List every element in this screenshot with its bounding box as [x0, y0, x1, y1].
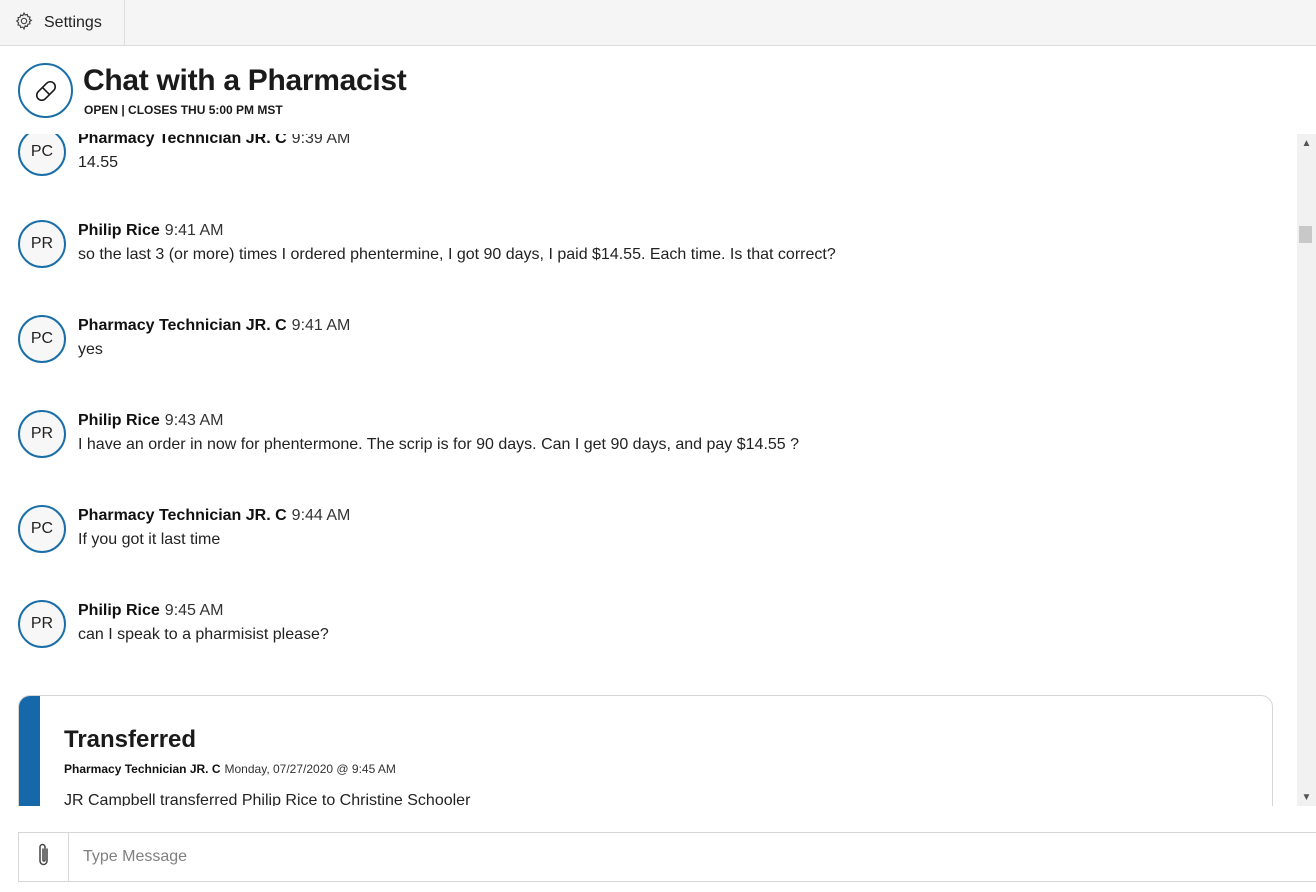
message-author: Pharmacy Technician JR. C [78, 317, 287, 334]
message-item: PC Pharmacy Technician JR. C 9:44 AM If y… [18, 505, 1268, 565]
message-list[interactable]: PC Pharmacy Technician JR. C 9:39 AM 14.5… [0, 134, 1297, 806]
avatar: PC [18, 505, 66, 553]
status-text: OPEN | CLOSES THU 5:00 PM MST [84, 103, 283, 117]
avatar: PR [18, 600, 66, 648]
message-author: Philip Rice [78, 412, 160, 429]
gear-icon [14, 11, 34, 36]
message-time: 9:41 AM [164, 222, 224, 239]
transfer-date: Monday, 07/27/2020 @ 9:45 AM [224, 762, 396, 776]
scroll-down-arrow-icon[interactable]: ▼ [1297, 788, 1316, 806]
transfer-card: Transferred Pharmacy Technician JR. C Mon… [18, 695, 1273, 806]
settings-tab[interactable]: Settings [0, 0, 125, 46]
message-header: Philip Rice 9:41 AM [78, 222, 224, 240]
message-item: PC Pharmacy Technician JR. C 9:41 AM yes [18, 315, 1268, 375]
paperclip-icon [35, 841, 53, 874]
avatar: PC [18, 315, 66, 363]
pill-icon [18, 63, 73, 118]
chat-header: Chat with a Pharmacist OPEN | CLOSES THU… [0, 46, 1316, 134]
message-text: can I speak to a pharmisist please? [78, 626, 329, 643]
message-item: PC Pharmacy Technician JR. C 9:39 AM 14.5… [18, 134, 1268, 188]
message-time: 9:43 AM [164, 412, 224, 429]
avatar: PR [18, 410, 66, 458]
message-author: Philip Rice [78, 222, 160, 239]
avatar: PR [18, 220, 66, 268]
message-header: Philip Rice 9:43 AM [78, 412, 224, 430]
message-scrollbar[interactable]: ▲ ▼ [1297, 134, 1316, 806]
avatar: PC [18, 134, 66, 176]
top-bar: Settings [0, 0, 1316, 46]
message-input[interactable] [71, 833, 1311, 881]
message-header: Pharmacy Technician JR. C 9:41 AM [78, 317, 350, 335]
message-time: 9:45 AM [164, 602, 224, 619]
transfer-accent-bar [19, 696, 40, 806]
page-title: Chat with a Pharmacist [83, 64, 407, 97]
message-header: Pharmacy Technician JR. C 9:39 AM [78, 134, 350, 148]
attach-button[interactable] [19, 833, 69, 881]
message-author: Pharmacy Technician JR. C [78, 507, 287, 524]
scroll-up-arrow-icon[interactable]: ▲ [1297, 134, 1316, 152]
message-item: PR Philip Rice 9:45 AM can I speak to a p… [18, 600, 1268, 660]
message-header: Philip Rice 9:45 AM [78, 602, 224, 620]
transfer-text: JR Campbell transferred Philip Rice to C… [64, 792, 471, 806]
message-time: 9:39 AM [291, 134, 351, 147]
message-text: yes [78, 341, 103, 358]
scroll-thumb[interactable] [1299, 226, 1312, 243]
message-composer [18, 832, 1316, 882]
settings-label: Settings [44, 14, 102, 31]
message-text: 14.55 [78, 154, 119, 171]
message-author: Pharmacy Technician JR. C [78, 134, 287, 147]
transfer-author: Pharmacy Technician JR. C [64, 762, 221, 776]
message-text: If you got it last time [78, 531, 221, 548]
transfer-meta: Pharmacy Technician JR. C Monday, 07/27/2… [64, 762, 396, 776]
transfer-title: Transferred [64, 726, 197, 753]
message-item: PR Philip Rice 9:41 AM so the last 3 (or … [18, 220, 1268, 280]
message-text: so the last 3 (or more) times I ordered … [78, 246, 836, 263]
message-time: 9:41 AM [291, 317, 351, 334]
message-header: Pharmacy Technician JR. C 9:44 AM [78, 507, 350, 525]
message-author: Philip Rice [78, 602, 160, 619]
message-text: I have an order in now for phentermone. … [78, 436, 800, 453]
message-item: PR Philip Rice 9:43 AM I have an order in… [18, 410, 1268, 470]
message-time: 9:44 AM [291, 507, 351, 524]
